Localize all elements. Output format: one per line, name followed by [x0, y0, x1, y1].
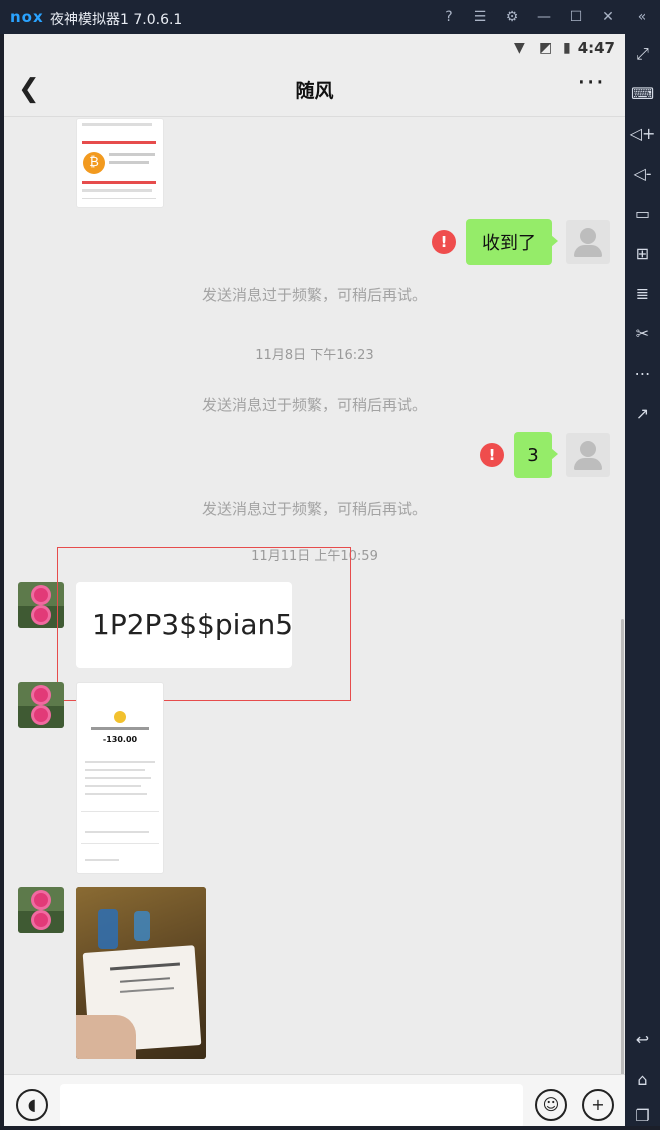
volume-down-icon[interactable]: ◁-: [625, 160, 660, 188]
chat-scrollbar[interactable]: [621, 619, 624, 1109]
timestamp: 11月8日 下午16:23: [255, 348, 374, 363]
fullscreen-icon[interactable]: ⤢: [625, 40, 660, 68]
sent-message-bubble[interactable]: 收到了: [466, 219, 558, 265]
battery-icon: ▮: [563, 40, 571, 56]
scissors-icon[interactable]: ✂: [625, 320, 660, 348]
chat-input-bar: ◖ ☺ +: [4, 1074, 625, 1126]
system-notice: 发送消息过于频繁，可稍后再试。: [201, 396, 427, 414]
menu-icon[interactable]: ☰: [470, 7, 490, 27]
shared-screenshot-image[interactable]: ₿: [76, 118, 164, 208]
export-icon[interactable]: ↗: [625, 400, 660, 428]
wifi-icon: ▼: [514, 40, 525, 56]
volume-up-icon[interactable]: ◁+: [625, 120, 660, 148]
receipt-icon: [114, 711, 126, 723]
settings-icon[interactable]: ⚙: [502, 7, 522, 27]
message-input[interactable]: [60, 1084, 523, 1126]
system-notice: 发送消息过于频繁，可稍后再试。: [201, 286, 427, 304]
message-text: 收到了: [482, 233, 536, 254]
maximize-icon[interactable]: ☐: [566, 7, 586, 27]
help-icon[interactable]: ?: [439, 7, 459, 27]
send-failed-icon[interactable]: !: [432, 230, 456, 254]
more-icon[interactable]: ⋯: [625, 360, 660, 388]
collapse-icon[interactable]: «: [632, 7, 652, 27]
minimize-icon[interactable]: —: [534, 7, 554, 27]
phone-screen: ▼ ◩ ▮ 4:47 ❮ 随风 ··· ₿ ! 收到了 发送消息过于频繁，可稍后…: [4, 34, 625, 1126]
received-photo[interactable]: [76, 887, 206, 1059]
emulator-toolbar: ⤢ ⌨ ◁+ ◁- ▭ ⊞ ≣ ✂ ⋯ ↗ ↩ ⌂ ❐: [625, 34, 660, 1126]
layers-icon[interactable]: ≣: [625, 280, 660, 308]
send-failed-icon[interactable]: !: [480, 443, 504, 467]
add-attachment-icon[interactable]: +: [582, 1089, 614, 1121]
screen-icon[interactable]: ▭: [625, 200, 660, 228]
chat-title: 随风: [295, 80, 334, 102]
peer-avatar[interactable]: [18, 682, 64, 728]
close-icon[interactable]: ✕: [598, 7, 618, 27]
keyboard-icon[interactable]: ⌨: [625, 80, 660, 108]
nox-logo: nox: [10, 8, 44, 26]
status-bar: ▼ ◩ ▮ 4:47: [4, 34, 625, 62]
emulator-title: 夜神模拟器1 7.0.6.1: [50, 12, 183, 28]
receipt-amount: -130.00: [102, 735, 138, 744]
self-avatar[interactable]: [566, 220, 610, 264]
emulator-titlebar: nox 夜神模拟器1 7.0.6.1 ? ☰ ⚙ — ☐ ✕ «: [0, 0, 660, 34]
more-options-icon[interactable]: ···: [577, 68, 605, 98]
back-icon[interactable]: ↩: [625, 1026, 660, 1054]
sent-message-bubble[interactable]: 3: [514, 432, 558, 478]
no-signal-icon: ◩: [539, 40, 553, 56]
voice-input-icon[interactable]: ◖: [16, 1089, 48, 1121]
home-icon[interactable]: ⌂: [625, 1066, 660, 1094]
message-text: 3: [527, 444, 539, 466]
emoji-icon[interactable]: ☺: [535, 1089, 567, 1121]
system-notice: 发送消息过于频繁，可稍后再试。: [201, 500, 427, 518]
self-avatar[interactable]: [566, 433, 610, 477]
highlight-box: [57, 547, 351, 701]
peer-avatar[interactable]: [18, 887, 64, 933]
payment-receipt-image[interactable]: -130.00: [76, 682, 164, 874]
apk-icon[interactable]: ⊞: [625, 240, 660, 268]
status-time: 4:47: [577, 39, 615, 57]
header-divider: [4, 116, 625, 117]
chat-header: ❮ 随风 ···: [4, 62, 625, 116]
bitcoin-icon: ₿: [83, 152, 105, 174]
